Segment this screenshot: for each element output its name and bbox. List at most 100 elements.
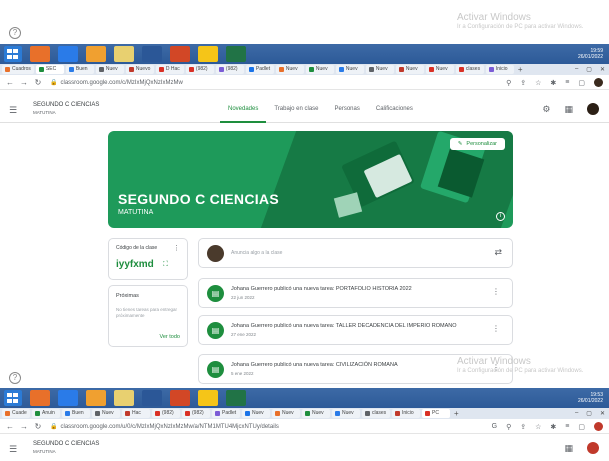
firefox-taskbar-icon[interactable] <box>86 46 106 62</box>
stream-post[interactable]: ▤ Johana Guerrero publicó una nueva tare… <box>198 278 513 308</box>
word-taskbar-icon[interactable] <box>142 390 162 406</box>
browser-tab[interactable]: PC <box>422 409 450 418</box>
close-icon[interactable]: ✕ <box>600 66 605 73</box>
browser-tab[interactable]: Nuev <box>92 409 120 418</box>
url-field[interactable]: 🔒 classroom.google.com/u/0/c/MzIxMjQxNzI… <box>50 423 279 431</box>
browser-tab[interactable]: SEC <box>35 65 64 74</box>
help-icon[interactable]: ? <box>9 372 21 384</box>
browser-tab[interactable]: Buen <box>62 409 90 418</box>
info-icon[interactable]: i <box>496 212 505 221</box>
powerpoint-taskbar-icon[interactable] <box>170 390 190 406</box>
close-icon[interactable]: ✕ <box>600 410 605 417</box>
forward-icon[interactable]: → <box>20 422 28 431</box>
browser-tab[interactable]: (982) <box>185 65 214 74</box>
zoom-icon[interactable]: ⚲ <box>506 423 511 431</box>
browser-tab[interactable]: Inicio <box>392 409 420 418</box>
browser-tab[interactable]: Nuev <box>275 65 304 74</box>
bookmark-star-icon[interactable]: ☆ <box>535 423 541 431</box>
browser-tab[interactable]: Nuev <box>305 65 334 74</box>
browser-tab[interactable]: Padlet <box>212 409 240 418</box>
apps-grid-icon[interactable]: ▦ <box>564 443 573 454</box>
profile-avatar[interactable] <box>594 78 603 87</box>
minimize-icon[interactable]: – <box>575 66 578 73</box>
excel-taskbar-icon[interactable] <box>226 46 246 62</box>
more-vert-icon[interactable]: ⋮ <box>492 287 500 296</box>
browser-tab[interactable]: Nuevo <box>125 65 154 74</box>
browser-tab[interactable]: Nuev <box>302 409 330 418</box>
chrome-taskbar-icon[interactable] <box>30 46 50 62</box>
maximize-icon[interactable]: ▢ <box>586 66 592 73</box>
side-panel-icon[interactable]: ▢ <box>578 79 585 87</box>
powerpoint-taskbar-icon[interactable] <box>170 46 190 62</box>
fullscreen-icon[interactable]: ⛶ <box>163 261 168 269</box>
side-panel-icon[interactable]: ▢ <box>578 423 585 431</box>
edge-taskbar-icon[interactable] <box>58 390 78 406</box>
extensions-icon[interactable]: ✱ <box>550 79 556 87</box>
new-tab-icon[interactable]: + <box>518 65 523 74</box>
apps-grid-icon[interactable]: ▦ <box>564 104 573 115</box>
browser-tab[interactable]: Inicio <box>485 65 514 74</box>
browser-tab[interactable]: Padlet <box>245 65 274 74</box>
bookmark-star-icon[interactable]: ☆ <box>535 79 541 87</box>
user-avatar[interactable] <box>587 103 599 115</box>
browser-tab[interactable]: Cuadros <box>2 65 34 74</box>
browser-tab[interactable]: Cuade <box>2 409 30 418</box>
more-vert-icon[interactable]: ⋮ <box>492 324 500 333</box>
folder-taskbar-icon[interactable] <box>114 46 134 62</box>
course-title[interactable]: SEGUNDO C CIENCIAS MATUTINA <box>33 441 99 455</box>
back-icon[interactable]: ← <box>6 78 14 87</box>
edge-taskbar-icon[interactable] <box>58 46 78 62</box>
course-title[interactable]: SEGUNDO C CIENCIAS MATUTINA <box>33 102 99 116</box>
zoom-icon[interactable]: ⚲ <box>506 79 511 87</box>
browser-tab[interactable]: Nuev <box>242 409 270 418</box>
reading-list-icon[interactable]: ≡ <box>565 423 569 430</box>
announce-box[interactable]: Anuncia algo a la clase ⇄ <box>198 238 513 268</box>
url-field[interactable]: 🔒 classroom.google.com/c/MzIxMjQxNzIxMzM… <box>50 79 183 87</box>
user-avatar[interactable] <box>587 442 599 454</box>
profile-avatar[interactable] <box>594 422 603 431</box>
share-icon[interactable]: ⇪ <box>520 79 526 87</box>
more-vert-icon[interactable]: ⋮ <box>173 244 180 252</box>
browser-tab[interactable]: Nuev <box>332 409 360 418</box>
extensions-icon[interactable]: ✱ <box>550 423 556 431</box>
settings-gear-icon[interactable]: ⚙ <box>542 104 550 115</box>
browser-tab[interactable]: clases <box>455 65 484 74</box>
browser-tab[interactable]: clases <box>362 409 390 418</box>
browser-tab[interactable]: Nuev <box>95 65 124 74</box>
browser-tab[interactable]: Hac <box>122 409 150 418</box>
google-lens-icon[interactable]: G <box>492 423 497 430</box>
folder-taskbar-icon[interactable] <box>114 390 134 406</box>
browser-tab[interactable]: (982) <box>182 409 210 418</box>
menu-icon[interactable]: ☰ <box>9 444 17 455</box>
reload-icon[interactable]: ↻ <box>34 422 42 431</box>
help-icon[interactable]: ? <box>9 27 21 39</box>
browser-tab[interactable]: (982) <box>215 65 244 74</box>
browser-tab[interactable]: Nuev <box>365 65 394 74</box>
view-all-link[interactable]: Ver todo <box>160 334 181 340</box>
back-icon[interactable]: ← <box>6 422 14 431</box>
browser-tab[interactable]: Nuev <box>272 409 300 418</box>
forward-icon[interactable]: → <box>20 78 28 87</box>
share-icon[interactable]: ⇪ <box>520 423 526 431</box>
repost-icon[interactable]: ⇄ <box>494 247 502 258</box>
tab-calificaciones[interactable]: Calificaciones <box>368 97 421 123</box>
browser-tab[interactable]: D Hac <box>155 65 184 74</box>
browser-tab[interactable]: Nuev <box>395 65 424 74</box>
browser-tab[interactable]: (982) <box>152 409 180 418</box>
tab-trabajo[interactable]: Trabajo en clase <box>266 97 326 123</box>
browser-tab[interactable]: Buen <box>65 65 94 74</box>
browser-tab[interactable]: Anuin <box>32 409 60 418</box>
reload-icon[interactable]: ↻ <box>34 78 42 87</box>
windows-start-icon[interactable] <box>4 46 22 62</box>
stream-post[interactable]: ▤ Johana Guerrero publicó una nueva tare… <box>198 315 513 345</box>
media-taskbar-icon[interactable] <box>198 390 218 406</box>
media-taskbar-icon[interactable] <box>198 46 218 62</box>
excel-taskbar-icon[interactable] <box>226 390 246 406</box>
customize-button[interactable]: ✎ Personalizar <box>449 138 505 150</box>
new-tab-icon[interactable]: + <box>454 409 459 418</box>
menu-icon[interactable]: ☰ <box>9 105 17 116</box>
browser-tab[interactable]: Nuev <box>335 65 364 74</box>
browser-tab[interactable]: Nuev <box>425 65 454 74</box>
tab-novedades[interactable]: Novedades <box>220 97 267 123</box>
word-taskbar-icon[interactable] <box>142 46 162 62</box>
